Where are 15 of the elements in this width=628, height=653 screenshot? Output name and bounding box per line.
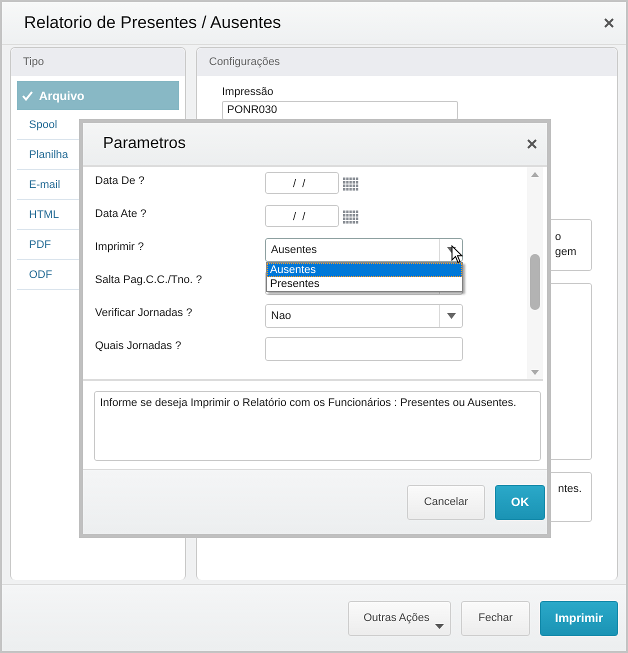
field-label: Salta Pag.C.C./Tno. ?	[95, 273, 203, 288]
panel-title: Configurações	[209, 56, 280, 68]
dialog-title: Parametros	[103, 135, 186, 153]
help-text: Informe se deseja Imprimir o Relatório com os Funcionários : Presentes ou Ausentes.	[94, 391, 541, 461]
window-title: Relatorio de Presentes / Ausentes	[24, 13, 282, 33]
field-label: Verificar Jornadas ?	[95, 306, 194, 321]
field-label: Imprimir ?	[95, 240, 145, 255]
panel-title: Tipo	[23, 56, 44, 68]
field-label: Quais Jornadas ?	[95, 339, 182, 354]
option-text: gem	[555, 245, 578, 260]
option-text: o	[555, 230, 562, 245]
field-label: Data Ate ?	[95, 207, 148, 222]
option-text: ntes.	[558, 483, 583, 495]
field-label: Data De ?	[95, 174, 146, 189]
field-label: Impressão	[222, 86, 274, 98]
